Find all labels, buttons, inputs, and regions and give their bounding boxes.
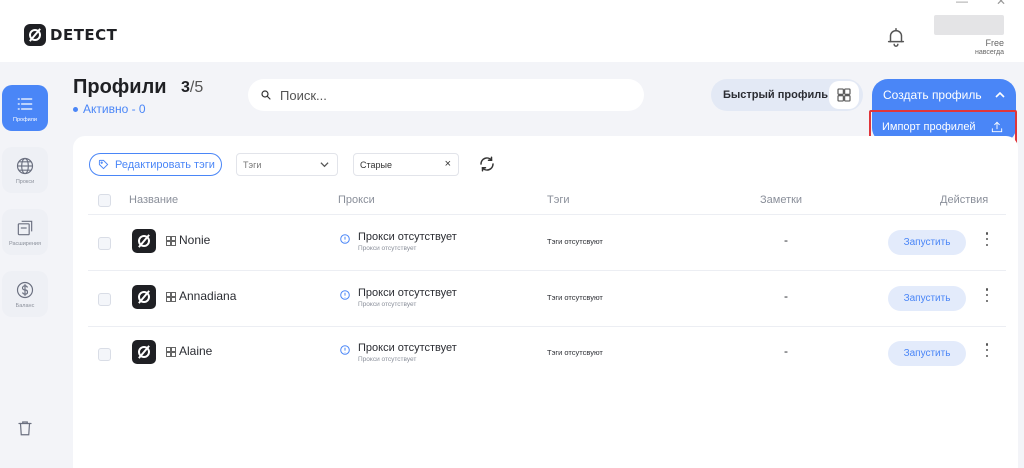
profile-name[interactable]: Annadiana [179, 289, 236, 303]
column-header-name[interactable]: Название [129, 194, 178, 206]
windows-icon [166, 347, 176, 357]
table-row[interactable]: Alaine Прокси отсутствует Прокси отсутст… [88, 326, 1006, 381]
select-all-checkbox[interactable] [98, 194, 111, 207]
window-controls: — ✕ [956, 0, 1006, 8]
tags-select-value: Тэги [243, 159, 262, 170]
status-dot-icon [73, 106, 78, 112]
profile-count-current: 3 [181, 79, 190, 96]
column-header-actions: Действия [940, 194, 989, 206]
quick-profile-button[interactable]: Быстрый профиль [711, 79, 863, 111]
tags-value: Тэги отсутсвуют [547, 237, 603, 246]
info-icon [340, 345, 350, 355]
profile-count-limit: /5 [189, 79, 204, 96]
table-row[interactable]: Nonie Прокси отсутствует Прокси отсутств… [88, 215, 1006, 270]
row-checkbox[interactable] [98, 348, 111, 361]
tags-value: Тэги отсутсвуют [547, 348, 603, 357]
sidebar-item-proxy[interactable]: Прокси [2, 147, 48, 193]
proxy-status: Прокси отсутствует [358, 342, 457, 354]
page-title: Профили [73, 76, 167, 98]
column-header-proxy: Прокси [338, 194, 375, 206]
more-options-icon[interactable] [985, 343, 989, 357]
info-icon [340, 290, 350, 300]
proxy-status-sub: Прокси отсутствует [358, 301, 417, 308]
windows-icon [166, 292, 176, 302]
proxy-status-sub: Прокси отсутствует [358, 356, 417, 363]
notes-value: - [784, 289, 788, 303]
profile-count: 3/5 [181, 79, 203, 97]
app-logo: DETECT [24, 24, 117, 46]
windows-icon [166, 236, 176, 246]
sidebar-item-label: Прокси [15, 178, 35, 185]
sidebar-item-balance[interactable]: Баланс [2, 271, 48, 317]
info-icon [340, 234, 350, 244]
user-plan: Free [985, 38, 1004, 48]
logo-text: DETECT [50, 26, 118, 44]
launch-button[interactable]: Запустить [888, 286, 966, 311]
search-input[interactable] [280, 87, 620, 103]
proxy-status: Прокси отсутствует [358, 287, 457, 299]
sidebar-item-label: Профили [13, 116, 37, 123]
notes-value: - [784, 233, 788, 247]
launch-button[interactable]: Запустить [888, 230, 966, 255]
column-header-notes: Заметки [760, 194, 803, 206]
refresh-icon[interactable] [478, 155, 496, 173]
edit-tags-button[interactable]: Редактировать тэги [89, 153, 222, 176]
search-bar[interactable] [248, 79, 644, 111]
profile-logo-icon [132, 285, 156, 309]
sidebar-item-label: Баланс [15, 302, 35, 309]
chevron-down-icon [320, 162, 329, 168]
list-icon [17, 97, 33, 110]
active-status: Активно - 0 [73, 102, 146, 116]
minimize-icon[interactable]: — [956, 0, 968, 8]
bell-icon[interactable] [885, 26, 907, 48]
profile-name[interactable]: Nonie [179, 233, 210, 247]
tags-value: Тэги отсутсвуют [547, 293, 603, 302]
notes-value: - [784, 344, 788, 358]
clear-icon[interactable]: × [445, 158, 451, 170]
launch-button[interactable]: Запустить [888, 341, 966, 366]
create-profile-button[interactable]: Создать профиль [872, 79, 1016, 111]
sidebar-item-profiles[interactable]: Профили [2, 85, 48, 131]
logo-mark-icon [24, 24, 46, 46]
globe-icon [16, 157, 34, 174]
sort-select-value: Старые [360, 159, 393, 170]
profile-name[interactable]: Alaine [179, 344, 212, 358]
grid-icon[interactable] [829, 81, 859, 109]
extensions-icon [17, 220, 33, 235]
trash-icon[interactable] [16, 418, 34, 438]
user-name-placeholder [934, 15, 1004, 35]
close-window-icon[interactable]: ✕ [996, 0, 1006, 8]
top-bar: DETECT — ✕ Free навсегда [0, 0, 1024, 62]
profile-logo-icon [132, 340, 156, 364]
user-plan-validity: навсегда [974, 49, 1004, 56]
profile-logo-icon [132, 229, 156, 253]
sort-select[interactable]: Старые × [353, 153, 459, 176]
column-header-tags: Тэги [547, 194, 570, 206]
more-options-icon[interactable] [985, 232, 989, 246]
proxy-status: Прокси отсутствует [358, 231, 457, 243]
more-options-icon[interactable] [985, 288, 989, 302]
sidebar: Профили Прокси Расширения Баланс [0, 62, 60, 468]
row-checkbox[interactable] [98, 293, 111, 306]
edit-tags-label: Редактировать тэги [115, 158, 215, 171]
sidebar-item-extensions[interactable]: Расширения [2, 209, 48, 255]
tag-icon [98, 159, 109, 170]
sidebar-item-label: Расширения [9, 240, 41, 247]
row-checkbox[interactable] [98, 237, 111, 250]
search-icon [261, 90, 271, 100]
user-block[interactable]: Free навсегда [934, 15, 1004, 56]
proxy-status-sub: Прокси отсутствует [358, 245, 417, 252]
create-profile-label: Создать профиль [883, 88, 982, 102]
chevron-up-icon[interactable] [990, 91, 1010, 99]
table-row[interactable]: Annadiana Прокси отсутствует Прокси отсу… [88, 271, 1006, 326]
tags-select[interactable]: Тэги [236, 153, 338, 176]
quick-profile-label: Быстрый профиль [723, 89, 828, 101]
active-status-label: Активно - 0 [83, 102, 146, 116]
dollar-icon [16, 281, 34, 298]
